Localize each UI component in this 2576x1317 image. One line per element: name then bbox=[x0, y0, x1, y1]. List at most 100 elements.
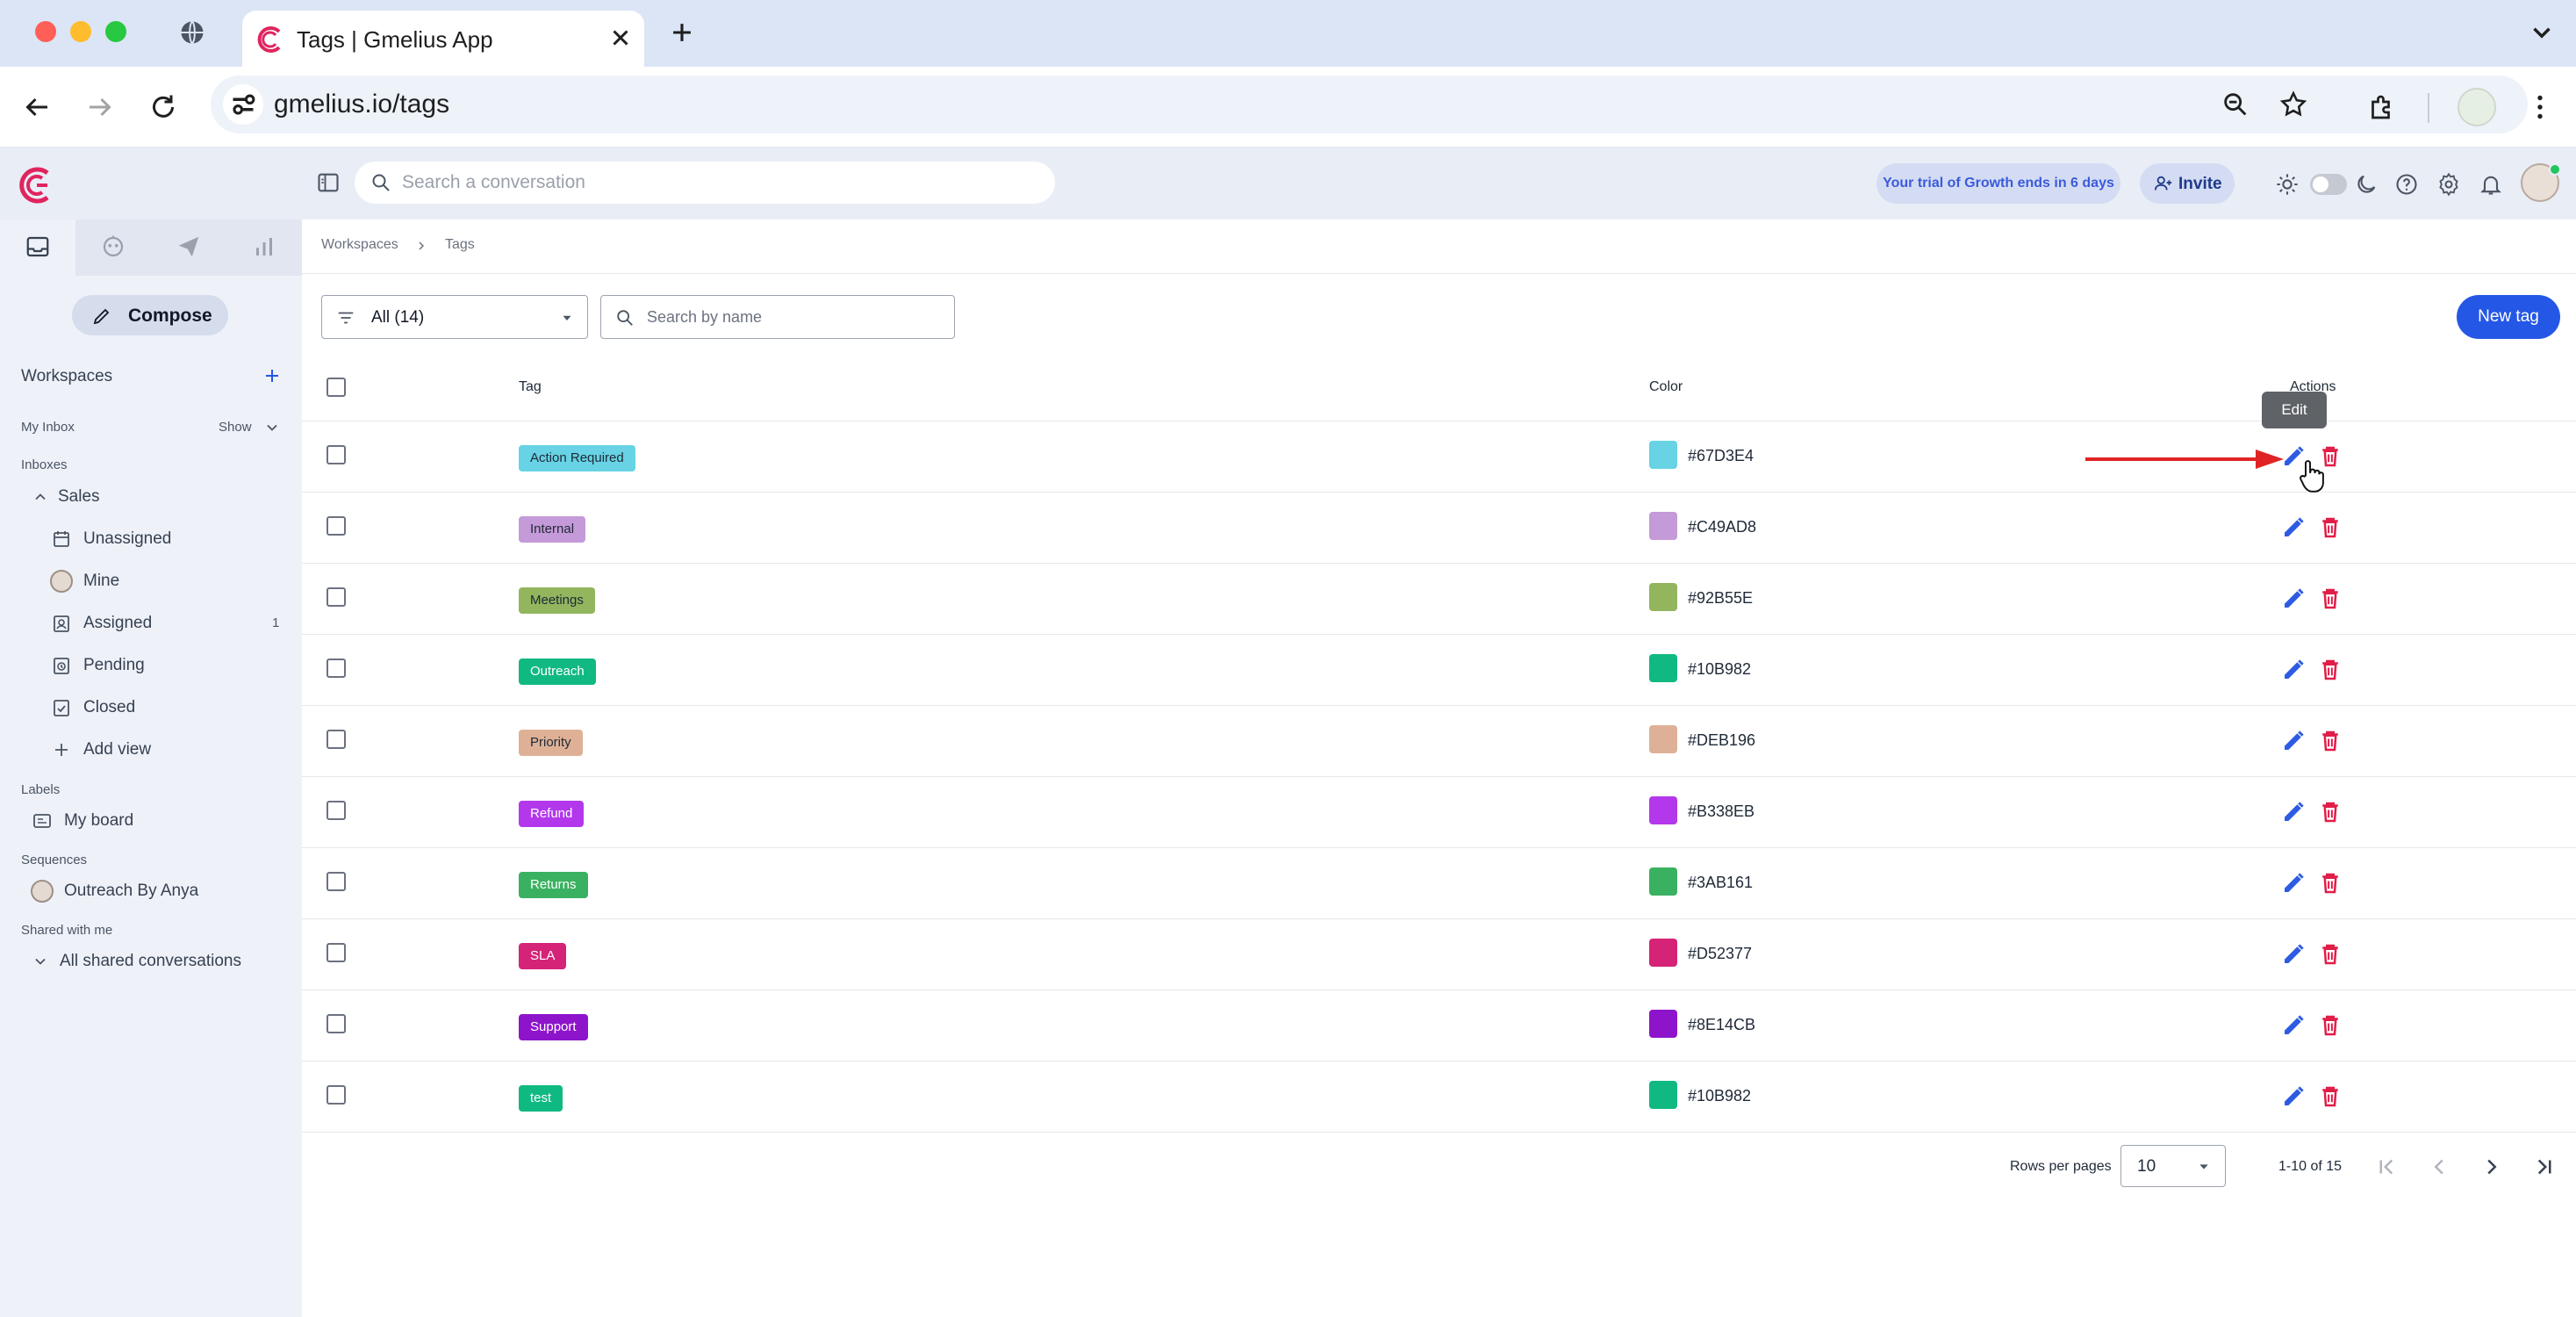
gear-icon[interactable] bbox=[2436, 172, 2461, 197]
tab-analytics[interactable] bbox=[226, 220, 302, 276]
pencil-icon bbox=[93, 308, 110, 325]
globe-icon[interactable] bbox=[179, 19, 205, 46]
sidebar-item-pending[interactable]: Pending bbox=[83, 656, 145, 675]
forward-arrow-icon[interactable] bbox=[84, 91, 116, 123]
sidebar-item-my-board[interactable]: My board bbox=[64, 811, 133, 831]
sidebar-item-assigned[interactable]: Assigned bbox=[83, 614, 152, 633]
previous-page-icon[interactable] bbox=[2426, 1154, 2452, 1180]
rows-per-page-select[interactable]: 10 bbox=[2120, 1145, 2226, 1187]
table-row: Refund #B338EB bbox=[302, 777, 2576, 848]
delete-trash-icon[interactable] bbox=[2317, 870, 2343, 896]
browser-profile-avatar[interactable] bbox=[2458, 88, 2496, 126]
delete-trash-icon[interactable] bbox=[2317, 799, 2343, 825]
delete-trash-icon[interactable] bbox=[2317, 657, 2343, 683]
column-header-color[interactable]: Color bbox=[1649, 379, 1683, 395]
tab-search-chevron-icon[interactable] bbox=[2527, 18, 2557, 47]
tag-search[interactable] bbox=[600, 295, 955, 339]
sidebar-item-all-shared[interactable]: All shared conversations bbox=[60, 952, 241, 971]
tab-automation[interactable] bbox=[75, 220, 151, 276]
edit-pencil-icon[interactable] bbox=[2280, 1083, 2307, 1110]
delete-trash-icon[interactable] bbox=[2317, 1083, 2343, 1110]
add-workspace-plus-icon[interactable] bbox=[262, 365, 283, 386]
sidebar-item-sequence[interactable]: Outreach By Anya bbox=[64, 882, 198, 901]
next-page-icon[interactable] bbox=[2479, 1154, 2505, 1180]
minimize-window-button[interactable] bbox=[70, 21, 91, 42]
row-checkbox[interactable] bbox=[326, 658, 346, 678]
reload-icon[interactable] bbox=[147, 91, 179, 123]
zoom-magnifier-icon[interactable] bbox=[2221, 90, 2250, 119]
table-row: Returns #3AB161 bbox=[302, 848, 2576, 919]
delete-trash-icon[interactable] bbox=[2317, 515, 2343, 541]
row-checkbox[interactable] bbox=[326, 730, 346, 749]
theme-toggle[interactable] bbox=[2310, 174, 2347, 195]
omnibox[interactable]: gmelius.io/tags bbox=[211, 76, 2528, 133]
site-settings-icon[interactable] bbox=[223, 84, 263, 125]
my-inbox-show-toggle[interactable]: Show bbox=[219, 420, 252, 435]
bookmark-star-icon[interactable] bbox=[2278, 90, 2308, 119]
browser-tab-active[interactable]: Tags | Gmelius App bbox=[242, 11, 644, 67]
sidebar-item-add-view[interactable]: Add view bbox=[83, 740, 151, 759]
inbox-sales[interactable]: Sales bbox=[58, 487, 100, 507]
select-all-checkbox[interactable] bbox=[326, 378, 346, 397]
row-checkbox[interactable] bbox=[326, 1085, 346, 1105]
kebab-menu-icon[interactable] bbox=[2524, 91, 2556, 123]
gmelius-logo-icon[interactable] bbox=[12, 163, 56, 207]
first-page-icon[interactable] bbox=[2373, 1154, 2400, 1180]
pending-icon bbox=[51, 655, 72, 676]
annotation-arrow bbox=[2084, 446, 2285, 472]
edit-pencil-icon[interactable] bbox=[2280, 941, 2307, 968]
delete-trash-icon[interactable] bbox=[2317, 941, 2343, 968]
edit-pencil-icon[interactable] bbox=[2280, 728, 2307, 754]
row-checkbox[interactable] bbox=[326, 943, 346, 962]
row-checkbox[interactable] bbox=[326, 445, 346, 464]
new-tag-button[interactable]: New tag bbox=[2457, 295, 2560, 339]
tab-sequences[interactable] bbox=[151, 220, 226, 276]
delete-trash-icon[interactable] bbox=[2317, 728, 2343, 754]
edit-pencil-icon[interactable] bbox=[2280, 586, 2307, 612]
row-checkbox[interactable] bbox=[326, 801, 346, 820]
chevron-down-icon[interactable] bbox=[263, 419, 281, 436]
new-tab-plus-icon[interactable] bbox=[667, 18, 697, 47]
row-checkbox[interactable] bbox=[326, 587, 346, 607]
breadcrumb-workspaces[interactable]: Workspaces bbox=[321, 237, 398, 253]
column-header-tag[interactable]: Tag bbox=[519, 379, 542, 395]
chevron-down-icon[interactable] bbox=[32, 953, 49, 970]
color-swatch bbox=[1649, 939, 1677, 967]
compose-button[interactable]: Compose bbox=[72, 295, 228, 335]
trial-badge[interactable]: Your trial of Growth ends in 6 days bbox=[1876, 163, 2120, 204]
edit-pencil-icon[interactable] bbox=[2280, 870, 2307, 896]
sidebar-item-unassigned[interactable]: Unassigned bbox=[83, 529, 171, 549]
sidebar-toggle-icon[interactable] bbox=[316, 170, 341, 195]
edit-pencil-icon[interactable] bbox=[2280, 657, 2307, 683]
tag-filter-select[interactable]: All (14) bbox=[321, 295, 588, 339]
sidebar-item-closed[interactable]: Closed bbox=[83, 698, 135, 717]
moon-icon[interactable] bbox=[2354, 172, 2379, 197]
tab-inbox[interactable] bbox=[0, 220, 75, 276]
bell-icon[interactable] bbox=[2479, 172, 2503, 197]
table-row: Support #8E14CB bbox=[302, 990, 2576, 1062]
sidebar-item-mine[interactable]: Mine bbox=[83, 572, 119, 591]
chevron-up-icon[interactable] bbox=[32, 488, 49, 506]
sun-icon[interactable] bbox=[2275, 172, 2300, 197]
extensions-puzzle-icon[interactable] bbox=[2366, 91, 2398, 123]
conversation-search[interactable] bbox=[355, 162, 1055, 204]
tag-search-input[interactable] bbox=[647, 296, 945, 338]
invite-button[interactable]: Invite bbox=[2140, 163, 2235, 204]
delete-trash-icon[interactable] bbox=[2317, 1012, 2343, 1039]
row-checkbox[interactable] bbox=[326, 516, 346, 536]
edit-pencil-icon[interactable] bbox=[2280, 1012, 2307, 1039]
conversation-search-input[interactable] bbox=[402, 162, 1034, 204]
last-page-icon[interactable] bbox=[2531, 1154, 2558, 1180]
close-tab-icon[interactable] bbox=[607, 25, 634, 51]
close-window-button[interactable] bbox=[35, 21, 56, 42]
edit-pencil-icon[interactable] bbox=[2280, 515, 2307, 541]
delete-trash-icon[interactable] bbox=[2317, 586, 2343, 612]
help-icon[interactable] bbox=[2394, 172, 2419, 197]
maximize-window-button[interactable] bbox=[105, 21, 126, 42]
row-checkbox[interactable] bbox=[326, 872, 346, 891]
sequences-heading: Sequences bbox=[21, 853, 88, 867]
back-arrow-icon[interactable] bbox=[21, 91, 53, 123]
row-checkbox[interactable] bbox=[326, 1014, 346, 1033]
edit-pencil-icon[interactable] bbox=[2280, 799, 2307, 825]
table-row: Priority #DEB196 bbox=[302, 706, 2576, 777]
